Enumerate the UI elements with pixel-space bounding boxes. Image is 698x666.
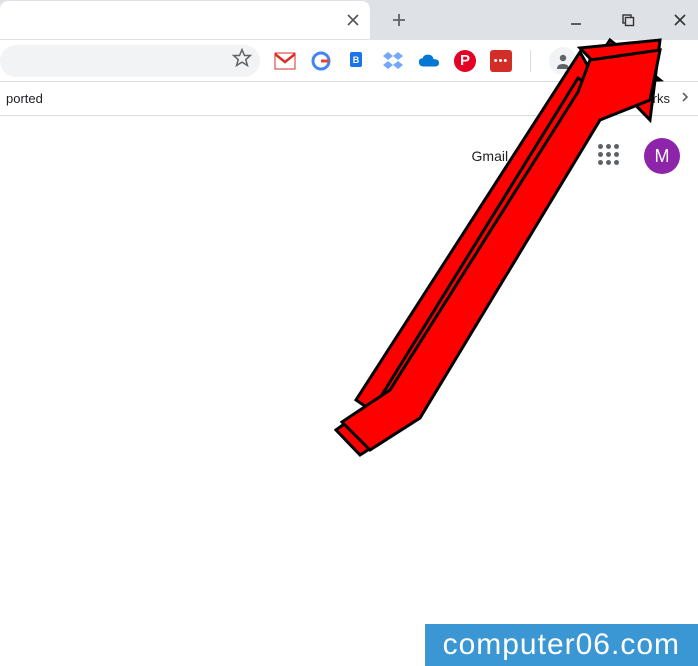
chevron-right-icon[interactable] <box>678 90 692 107</box>
toolbar-divider <box>530 50 531 72</box>
chrome-menu-button[interactable] <box>597 47 617 75</box>
lastpass-extension-icon[interactable]: ••• <box>490 50 512 72</box>
bookmark-folder[interactable]: O <box>593 91 639 106</box>
avatar-initial: M <box>655 146 670 167</box>
bookmarks-left-text[interactable]: ported <box>6 91 43 106</box>
close-tab-icon[interactable] <box>344 11 362 29</box>
browser-toolbar: B P ••• <box>0 40 698 82</box>
maximize-button[interactable] <box>616 8 640 32</box>
profile-button[interactable] <box>549 47 577 75</box>
window-controls <box>564 0 698 40</box>
watermark-text: computer06.com <box>443 628 680 661</box>
lastpass-dots: ••• <box>494 55 509 67</box>
other-bookmarks[interactable]: arks <box>639 91 676 106</box>
account-avatar[interactable]: M <box>644 138 680 174</box>
google-extension-icon[interactable] <box>310 50 332 72</box>
bookmark-star-icon[interactable] <box>232 48 252 73</box>
watermark: computer06.com <box>425 624 698 666</box>
google-apps-icon[interactable] <box>598 144 622 168</box>
folder-icon <box>599 92 617 106</box>
minimize-button[interactable] <box>564 8 588 32</box>
gmail-extension-icon[interactable] <box>274 50 296 72</box>
images-link[interactable]: Images <box>530 148 576 164</box>
bookmarks-bar: ported O arks <box>0 82 698 116</box>
onedrive-extension-icon[interactable] <box>418 50 440 72</box>
page-header-links: Gmail Images M <box>0 116 698 174</box>
close-window-button[interactable] <box>668 8 692 32</box>
dropbox-extension-icon[interactable] <box>382 50 404 72</box>
other-bookmarks-label: arks <box>645 91 670 106</box>
extensions-row: B P ••• <box>268 47 617 75</box>
gmail-link[interactable]: Gmail <box>472 148 509 164</box>
new-tab-button[interactable] <box>384 5 414 35</box>
address-bar[interactable] <box>0 45 260 77</box>
svg-text:B: B <box>353 55 360 65</box>
bookmark-folder-label: O <box>623 91 633 106</box>
browser-tab[interactable] <box>0 1 370 39</box>
tab-strip <box>0 0 698 40</box>
bookmark-extension-icon[interactable]: B <box>346 50 368 72</box>
pinterest-extension-icon[interactable]: P <box>454 50 476 72</box>
pinterest-letter: P <box>460 52 470 69</box>
